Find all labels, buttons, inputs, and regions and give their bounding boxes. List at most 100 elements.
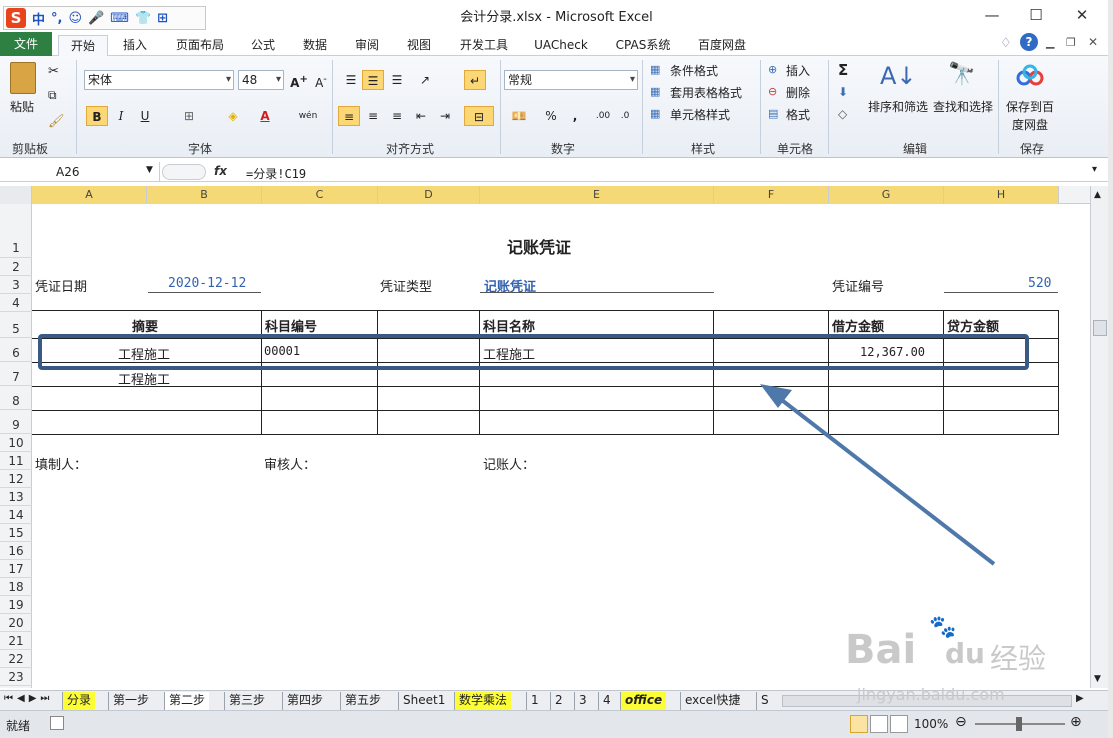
format-cells-button[interactable]: 格式 [786,106,810,123]
sheet-tab[interactable]: 第一步 [108,692,153,710]
font-size-combo[interactable]: 48 [238,70,284,90]
row-header[interactable]: 5 [0,312,32,338]
tab-uacheck[interactable]: UACheck [530,35,592,56]
baidu-cloud-icon[interactable] [1016,64,1044,88]
sheet-tab[interactable]: S [756,692,773,710]
column-header-e[interactable]: E [480,186,714,204]
format-cells-icon[interactable]: ▤ [768,107,778,120]
sheet-tab[interactable]: 第五步 [340,692,385,710]
column-header-d[interactable]: D [378,186,480,204]
fill-icon[interactable]: ⬇ [838,85,848,99]
tab-review[interactable]: 审阅 [352,35,382,56]
row-header[interactable]: 4 [0,294,32,312]
row-header[interactable]: 3 [0,276,32,294]
doc-close-icon[interactable]: ✕ [1088,35,1098,49]
sheet-tab[interactable]: 1 [526,692,543,710]
save-netdisk-line2[interactable]: 度网盘 [1012,116,1048,133]
save-netdisk-line1[interactable]: 保存到百 [1006,98,1054,115]
row-header[interactable]: 18 [0,578,32,596]
voucher-type-label[interactable]: 凭证类型 [380,276,432,295]
tab-data[interactable]: 数据 [300,35,330,56]
header-account-name[interactable]: 科目名称 [483,316,535,335]
row-header[interactable]: 12 [0,470,32,488]
column-header-f[interactable]: F [714,186,829,204]
row-header[interactable]: 1 [0,204,32,258]
scroll-right-icon[interactable]: ▶ [1076,693,1084,704]
merge-center-icon[interactable]: ⊟ [464,106,494,126]
tab-formulas[interactable]: 公式 [248,35,278,56]
bold-button[interactable]: B [86,106,108,126]
delete-cells-icon[interactable]: ⊖ [768,85,777,98]
grow-font-icon[interactable]: A+ [288,70,310,90]
orientation-icon[interactable]: ↗ [414,70,436,90]
header-debit[interactable]: 借方金额 [832,316,884,335]
row-header[interactable]: 10 [0,434,32,452]
format-as-table-icon[interactable]: ▦ [650,85,660,98]
row-header[interactable]: 2 [0,258,32,276]
row-header[interactable]: 13 [0,488,32,506]
currency-icon[interactable]: 💴 [508,106,530,126]
decrease-indent-icon[interactable]: ⇤ [410,106,432,126]
row7-summary[interactable]: 工程施工 [118,369,170,388]
expand-formula-icon[interactable]: ▾ [1092,164,1097,175]
align-right-icon[interactable]: ≡ [386,106,408,126]
underline-button[interactable]: U [134,106,156,126]
cell-styles-icon[interactable]: ▦ [650,107,660,120]
row-header[interactable]: 19 [0,596,32,614]
increase-indent-icon[interactable]: ⇥ [434,106,456,126]
increase-decimal-icon[interactable]: .00 [592,106,614,126]
row-header[interactable]: 15 [0,524,32,542]
voucher-title[interactable]: 记账凭证 [507,234,571,258]
sheet-tab[interactable]: 分录 [62,692,96,710]
conditional-format-button[interactable]: 条件格式 [670,62,718,79]
fill-color-icon[interactable]: ◈ [222,106,244,126]
align-center-icon[interactable]: ≡ [362,106,384,126]
doc-minimize-icon[interactable]: ▁ [1046,36,1054,49]
row-header[interactable]: 20 [0,614,32,632]
header-summary[interactable]: 摘要 [132,316,158,335]
bookkeeper-label[interactable]: 记账人： [483,454,535,473]
autosum-button[interactable]: Σ [838,61,848,79]
sheet-tab[interactable]: office [620,692,667,710]
tab-developer[interactable]: 开发工具 [454,35,514,56]
row6-debit[interactable]: 12,367.00 [860,345,925,359]
sheet-tab[interactable]: excel快捷 [680,692,744,710]
insert-function-icon[interactable]: fx [214,164,227,178]
sort-filter-icon[interactable]: A↓ [880,62,917,90]
shrink-font-icon[interactable]: A- [310,70,332,90]
row-header[interactable]: 8 [0,386,32,410]
row-header[interactable]: 11 [0,452,32,470]
row-header[interactable]: 7 [0,362,32,386]
voucher-no-value[interactable]: 520 [1028,276,1051,291]
voucher-no-label[interactable]: 凭证编号 [832,276,884,295]
format-painter-icon[interactable]: 🖌 [48,114,65,129]
tab-cpas[interactable]: CPAS系统 [608,35,678,56]
column-header-a[interactable]: A [32,186,147,204]
cut-icon[interactable]: ✂ [48,64,59,79]
header-credit[interactable]: 贷方金额 [947,316,999,335]
align-middle-icon[interactable]: ☰ [362,70,384,90]
tab-view[interactable]: 视图 [404,35,434,56]
row-header[interactable]: 16 [0,542,32,560]
comma-button[interactable]: , [564,106,586,126]
tab-insert[interactable]: 插入 [118,35,152,56]
percent-button[interactable]: % [540,106,562,126]
row-header[interactable]: 21 [0,632,32,650]
column-header-b[interactable]: B [147,186,262,204]
cell-styles-button[interactable]: 单元格样式 [670,106,730,123]
font-color-icon[interactable]: A [254,106,276,126]
align-left-icon[interactable]: ≡ [338,106,360,126]
scroll-down-icon[interactable]: ▼ [1094,674,1101,684]
macro-record-icon[interactable] [50,716,64,730]
vertical-scrollbar[interactable]: ▲ ▼ [1090,186,1108,688]
sheet-tab-active[interactable]: 第二步 [164,692,210,710]
align-top-icon[interactable]: ☰ [340,70,362,90]
align-bottom-icon[interactable]: ☰ [386,70,408,90]
sheet-tab[interactable]: 4 [598,692,615,710]
formula-input[interactable]: =分录!C19 [246,165,306,182]
tab-page-layout[interactable]: 页面布局 [170,35,230,56]
clear-icon[interactable]: ◇ [838,107,847,121]
wrap-text-icon[interactable]: ↵ [464,70,486,90]
tab-file[interactable]: 文件 [0,32,52,56]
scroll-up-icon[interactable]: ▲ [1094,190,1101,200]
